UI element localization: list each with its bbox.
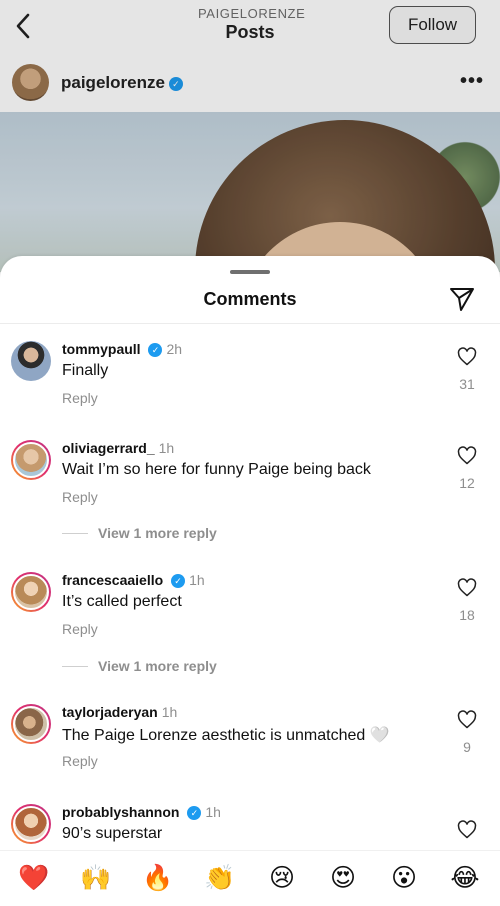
verified-badge-icon: ✓: [187, 806, 202, 820]
emoji-clapping[interactable]: 👏: [200, 863, 240, 893]
like-count: 31: [459, 376, 475, 392]
emoji-reaction-bar: ❤️ 🙌 🔥 👏 😢 😍 😮 😂: [0, 850, 500, 906]
comment-header: tommypaull ✓ 2h: [62, 341, 182, 357]
reply-link[interactable]: Reply: [62, 390, 98, 406]
view-more-replies[interactable]: View 1 more reply: [62, 525, 217, 541]
verified-badge-icon: ✓: [171, 574, 186, 588]
like-count: 9: [463, 739, 471, 755]
heart-icon[interactable]: [457, 710, 477, 730]
like-count: 18: [459, 607, 475, 623]
comment-text: 90’s superstar: [62, 825, 163, 842]
comment-header: probablyshannon ✓ 1h: [62, 804, 221, 820]
comments-sheet: Comments tommypaull ✓ 2h Finally Reply 31…: [0, 256, 500, 906]
comment-header: taylorjaderyan 1h: [62, 704, 177, 720]
comment-time: 2h: [166, 341, 183, 357]
commenter-avatar[interactable]: [11, 704, 51, 744]
commenter-avatar[interactable]: [11, 804, 51, 844]
reply-link[interactable]: Reply: [62, 489, 98, 505]
post-screen-background: PAIGELORENZE Posts Follow paigelorenze ✓ …: [0, 0, 500, 300]
avatar-image: [13, 706, 49, 742]
commenter-username[interactable]: francescaaiello: [62, 572, 163, 588]
view-more-label: View 1 more reply: [98, 658, 217, 674]
emoji-crying[interactable]: 😢: [262, 863, 302, 892]
comments-title: Comments: [203, 289, 297, 309]
sheet-divider: [0, 323, 500, 324]
heart-icon[interactable]: [457, 347, 477, 367]
comment-text: The Paige Lorenze aesthetic is unmatched…: [62, 727, 390, 744]
avatar-image: [13, 806, 49, 842]
view-more-line: [62, 666, 88, 667]
comment-text: Finally: [62, 362, 109, 379]
comment-time: 1h: [205, 804, 221, 820]
commenter-avatar[interactable]: [11, 341, 51, 381]
comment-item: probablyshannon ✓ 1h 90’s superstar: [0, 804, 500, 850]
comment-time: 1h: [189, 572, 205, 588]
emoji-laughing[interactable]: 😂: [445, 863, 485, 892]
emoji-raised-hands[interactable]: 🙌: [76, 863, 116, 893]
commenter-username[interactable]: probablyshannon: [62, 804, 179, 820]
commenter-username[interactable]: taylorjaderyan: [62, 704, 158, 720]
emoji-heart-eyes[interactable]: 😍: [323, 863, 363, 892]
comment-text: Wait I’m so here for funny Paige being b…: [62, 461, 371, 478]
view-more-label: View 1 more reply: [98, 525, 217, 541]
commenter-avatar[interactable]: [11, 440, 51, 480]
emoji-heart[interactable]: ❤️: [14, 863, 54, 893]
comment-time: 1h: [158, 440, 175, 456]
commenter-username[interactable]: tommypaull: [62, 341, 141, 357]
comment-item: taylorjaderyan 1h The Paige Lorenze aesth…: [0, 704, 500, 774]
avatar-image: [13, 442, 49, 478]
comment-item: francescaaiello ✓ 1h It’s called perfect …: [0, 572, 500, 674]
commenter-avatar[interactable]: [11, 572, 51, 612]
comment-header: oliviagerrard_ 1h: [62, 440, 174, 456]
comment-item: tommypaull ✓ 2h Finally Reply 31: [0, 341, 500, 411]
emoji-surprised[interactable]: 😮: [384, 863, 424, 892]
comment-time: 1h: [161, 704, 178, 720]
like-count: 12: [459, 475, 475, 491]
verified-badge-icon: ✓: [148, 343, 163, 357]
view-more-line: [62, 533, 88, 534]
sheet-drag-handle[interactable]: [230, 270, 270, 274]
emoji-fire[interactable]: 🔥: [138, 863, 178, 893]
comment-text: It’s called perfect: [62, 593, 182, 610]
avatar-image: [13, 574, 49, 610]
heart-icon[interactable]: [457, 820, 477, 840]
heart-icon[interactable]: [457, 578, 477, 598]
comment-header: francescaaiello ✓ 1h: [62, 572, 205, 588]
share-send-icon[interactable]: [449, 286, 475, 312]
comment-item: oliviagerrard_ 1h Wait I’m so here for fu…: [0, 440, 500, 541]
dim-overlay: [0, 0, 500, 300]
view-more-replies[interactable]: View 1 more reply: [62, 658, 217, 674]
heart-icon[interactable]: [457, 446, 477, 466]
commenter-username[interactable]: oliviagerrard_: [62, 440, 155, 456]
reply-link[interactable]: Reply: [62, 753, 98, 769]
reply-link[interactable]: Reply: [62, 621, 98, 637]
